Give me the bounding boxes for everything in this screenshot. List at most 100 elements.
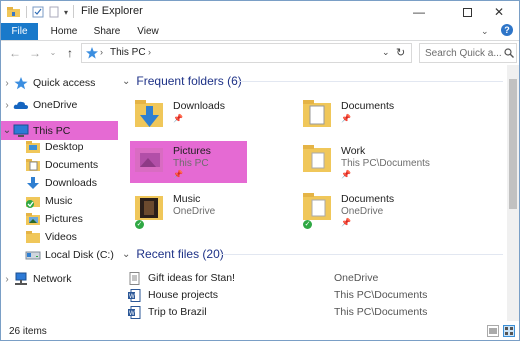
- collapse-chevron-icon[interactable]: ⌄: [1, 125, 13, 136]
- expand-chevron-icon[interactable]: ›: [1, 78, 13, 89]
- search-box[interactable]: Search Quick a...: [419, 43, 517, 63]
- vertical-scrollbar[interactable]: [507, 65, 519, 321]
- star-icon: [14, 77, 28, 90]
- folder-icon: [303, 145, 331, 172]
- recent-file-row[interactable]: W Trip to Brazil This PC\Documents: [128, 304, 508, 321]
- nav-item-videos[interactable]: Videos: [1, 228, 118, 246]
- nav-item-music[interactable]: Music: [1, 192, 118, 210]
- large-icons-view-icon[interactable]: [503, 325, 515, 337]
- text-file-icon: [129, 272, 140, 285]
- recent-file-row[interactable]: W House projects This PC\Documents: [128, 287, 508, 304]
- back-button[interactable]: ←: [7, 45, 23, 61]
- nav-item-desktop[interactable]: Desktop: [1, 138, 118, 156]
- breadcrumb-separator: ›: [100, 47, 103, 57]
- folder-icon[interactable]: [7, 6, 21, 18]
- close-icon: ✕: [493, 5, 505, 19]
- expand-chevron-icon[interactable]: ›: [1, 274, 13, 285]
- nav-item-local-disk[interactable]: Local Disk (C:): [1, 246, 118, 264]
- nav-item-label: Local Disk (C:): [45, 249, 114, 261]
- help-icon[interactable]: ?: [501, 24, 513, 36]
- recent-file-row[interactable]: Gift ideas for Stan! OneDrive: [128, 270, 508, 287]
- cloud-icon: [13, 101, 28, 109]
- file-name: Trip to Brazil: [148, 306, 207, 318]
- file-name: House projects: [148, 289, 219, 301]
- quick-access-toolbar: ▾: [7, 4, 68, 20]
- folder-name: Downloads: [173, 100, 225, 112]
- pin-icon: 📌: [341, 114, 351, 123]
- address-bar[interactable]: › This PC › ⌄ ↻: [81, 43, 412, 63]
- svg-text:W: W: [129, 294, 135, 300]
- section-divider: [220, 254, 503, 255]
- item-count: 26 items: [9, 326, 47, 337]
- disk-icon: [25, 251, 41, 260]
- recent-files-header[interactable]: ⌄ Recent files (20): [122, 246, 224, 262]
- folder-tile-pictures[interactable]: Pictures This PC 📌: [130, 141, 247, 183]
- content-pane: ⌄ Frequent folders (6) Downloads 📌 Docum…: [118, 65, 507, 321]
- synced-check-icon: ✓: [303, 220, 312, 229]
- folder-location: This PC: [173, 158, 209, 169]
- folder-location: This PC\Documents: [341, 158, 430, 169]
- properties-icon[interactable]: [32, 6, 44, 18]
- folder-tile-documents[interactable]: Documents 📌: [290, 96, 408, 138]
- address-dropdown-icon[interactable]: ⌄: [382, 47, 390, 58]
- details-view-icon[interactable]: [487, 325, 499, 337]
- nav-item-documents[interactable]: Documents: [1, 156, 118, 174]
- folder-tile-music[interactable]: ✓ Music OneDrive: [122, 189, 240, 231]
- nav-item-label: Desktop: [45, 141, 84, 153]
- search-icon: [504, 48, 514, 58]
- nav-item-label: Network: [33, 273, 72, 285]
- window-title: File Explorer: [81, 5, 143, 17]
- expand-ribbon-icon[interactable]: ⌄: [481, 26, 489, 37]
- pin-icon: 📌: [341, 218, 351, 227]
- folder-name: Work: [341, 145, 366, 157]
- refresh-icon[interactable]: ↻: [396, 46, 405, 59]
- synced-check-icon: ✓: [135, 220, 144, 229]
- navigation-bar: ← → ⌄ ↑ › This PC › ⌄ ↻ Search Quick a..…: [1, 41, 519, 65]
- up-button[interactable]: ↑: [62, 45, 78, 61]
- pictures-folder-icon: [135, 148, 163, 172]
- recent-locations-button[interactable]: ⌄: [45, 45, 61, 61]
- close-button[interactable]: ✕: [479, 1, 519, 23]
- collapse-chevron-icon[interactable]: ⌄: [122, 249, 130, 260]
- maximize-icon: [462, 7, 472, 17]
- documents-folder-icon: [303, 100, 331, 127]
- nav-item-quick-access[interactable]: › Quick access: [1, 74, 118, 92]
- music-icon: [26, 197, 40, 208]
- nav-item-downloads[interactable]: Downloads: [1, 174, 118, 192]
- pin-icon: 📌: [341, 170, 351, 179]
- folder-tile-downloads[interactable]: Downloads 📌: [122, 96, 240, 138]
- pictures-icon: [26, 213, 40, 225]
- title-divider: [73, 5, 74, 18]
- customize-toolbar-icon[interactable]: ▾: [64, 8, 68, 17]
- minimize-button[interactable]: —: [399, 1, 439, 23]
- folder-tile-work[interactable]: Work This PC\Documents 📌: [290, 141, 430, 183]
- folder-name: Documents: [341, 100, 395, 112]
- folder-icon: [26, 231, 40, 243]
- folder-name: Pictures: [173, 145, 211, 157]
- breadcrumb[interactable]: This PC: [110, 47, 146, 58]
- tab-share[interactable]: Share: [92, 23, 122, 41]
- expand-chevron-icon[interactable]: ›: [1, 100, 13, 111]
- folder-tile-onedrive-documents[interactable]: ✓ Documents OneDrive 📌: [290, 189, 408, 231]
- collapse-chevron-icon[interactable]: ⌄: [122, 76, 130, 87]
- nav-item-network[interactable]: › Network: [1, 270, 118, 288]
- section-title: Recent files (20): [136, 247, 224, 261]
- file-location: This PC\Documents: [334, 306, 428, 318]
- svg-text:W: W: [129, 311, 135, 317]
- folder-location: OneDrive: [341, 206, 384, 217]
- search-input[interactable]: Search Quick a...: [425, 48, 502, 59]
- new-folder-icon[interactable]: [49, 6, 59, 18]
- title-bar: ▾ File Explorer — ✕: [1, 1, 519, 23]
- computer-icon: [13, 124, 29, 137]
- tab-view[interactable]: View: [136, 23, 160, 41]
- nav-item-pictures[interactable]: Pictures: [1, 210, 118, 228]
- tab-home[interactable]: Home: [50, 23, 78, 41]
- nav-item-onedrive[interactable]: › OneDrive: [1, 96, 118, 114]
- pin-icon: 📌: [173, 170, 183, 179]
- frequent-folders-header[interactable]: ⌄ Frequent folders (6): [122, 73, 242, 89]
- pin-icon: 📌: [173, 114, 183, 123]
- status-bar: 26 items: [1, 321, 519, 340]
- tab-file[interactable]: File: [1, 23, 38, 41]
- scrollbar-thumb[interactable]: [509, 79, 517, 209]
- forward-button[interactable]: →: [27, 45, 43, 61]
